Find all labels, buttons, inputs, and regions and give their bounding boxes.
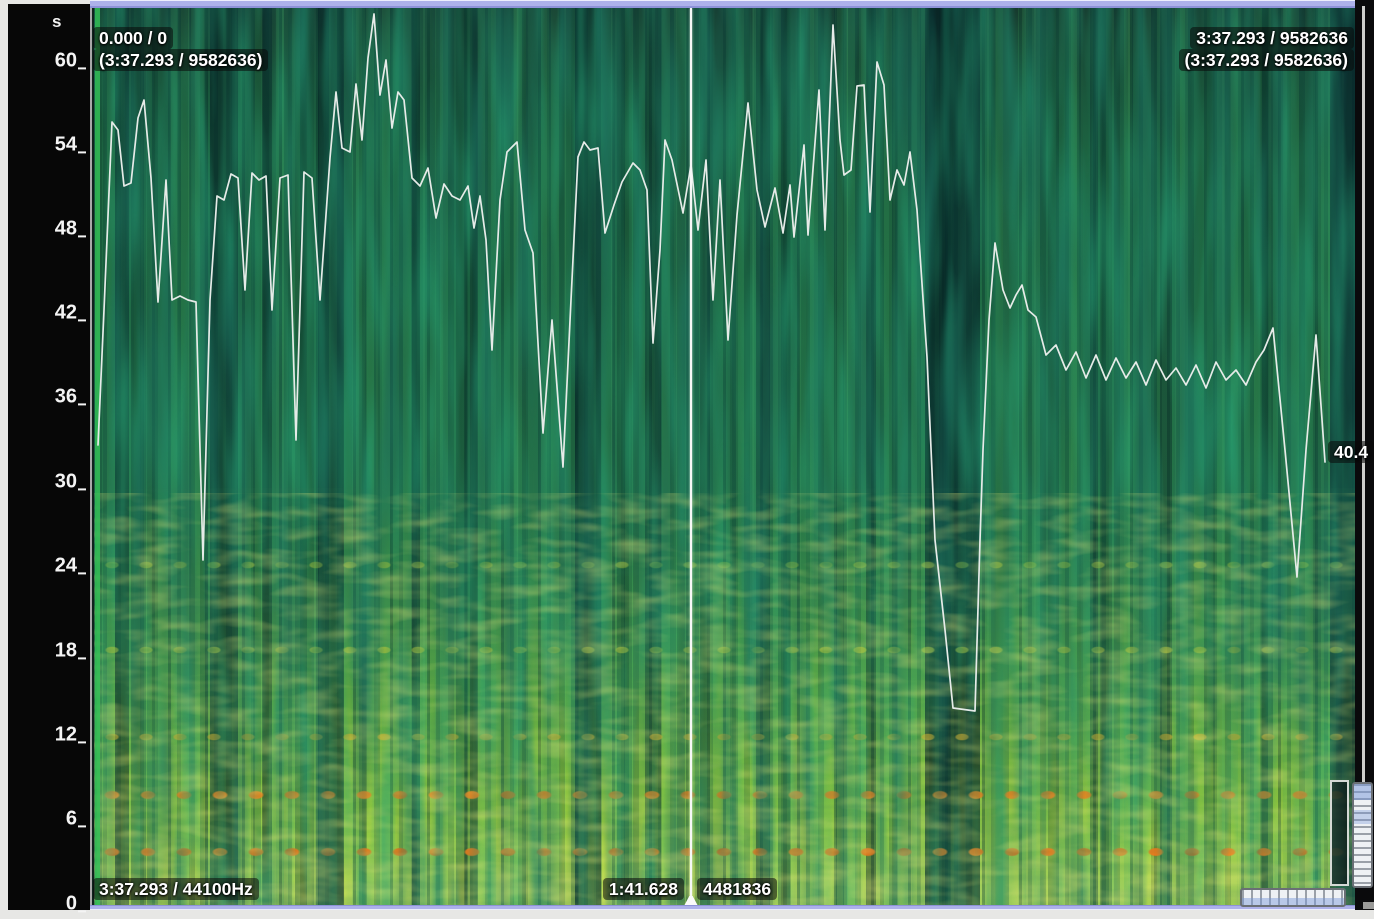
vertical-zoom-range-indicator[interactable] — [1330, 780, 1349, 886]
readout-line: 3:37.293 / 9582636 — [1190, 27, 1354, 49]
right-edge-guide-line — [1362, 6, 1365, 782]
readout-line: 0.000 / 0 — [93, 27, 173, 49]
axis-tick: 24 — [8, 555, 86, 575]
readout-line: (3:37.293 / 9582636) — [93, 49, 268, 71]
trace-value-readout: 40.4 — [1328, 441, 1374, 463]
axis-tick: 0 — [8, 893, 86, 913]
pane-top-border — [90, 0, 1355, 8]
spectrogram-left-edge — [95, 8, 100, 906]
readout-line: (3:37.293 / 9582636) — [1179, 49, 1354, 71]
axis-tick: 48 — [8, 218, 86, 238]
playback-cursor[interactable] — [690, 8, 692, 906]
selection-end-readout: 3:37.293 / 9582636 (3:37.293 / 9582636) — [1179, 27, 1354, 71]
duration-samplerate-readout: 3:37.293 / 44100Hz — [93, 878, 259, 900]
horizontal-zoom-thumbwheel[interactable] — [1240, 888, 1346, 907]
axis-unit-label: s — [52, 12, 61, 32]
pane-bottom-border — [90, 905, 1355, 910]
corner-resize-handle[interactable] — [1363, 902, 1374, 909]
axis-tick: 42 — [8, 302, 86, 322]
axis-tick: 54 — [8, 134, 86, 154]
spectrogram-pane[interactable] — [94, 8, 1355, 906]
spectrogram-window: s 60544842363024181260 — [0, 0, 1374, 919]
cursor-frame-readout: 4481836 — [697, 878, 777, 900]
y-axis[interactable]: s 60544842363024181260 — [8, 4, 92, 910]
axis-tick: 6 — [8, 808, 86, 828]
spectrogram-noise — [94, 8, 1355, 906]
selection-start-readout: 0.000 / 0 (3:37.293 / 9582636) — [93, 27, 268, 71]
axis-tick: 18 — [8, 640, 86, 660]
axis-tick: 30 — [8, 471, 86, 491]
axis-tick: 36 — [8, 386, 86, 406]
axis-tick: 12 — [8, 724, 86, 744]
vertical-zoom-thumbwheel[interactable] — [1352, 782, 1373, 888]
axis-tick: 60 — [8, 50, 86, 70]
cursor-time-readout: 1:41.628 — [603, 878, 684, 900]
